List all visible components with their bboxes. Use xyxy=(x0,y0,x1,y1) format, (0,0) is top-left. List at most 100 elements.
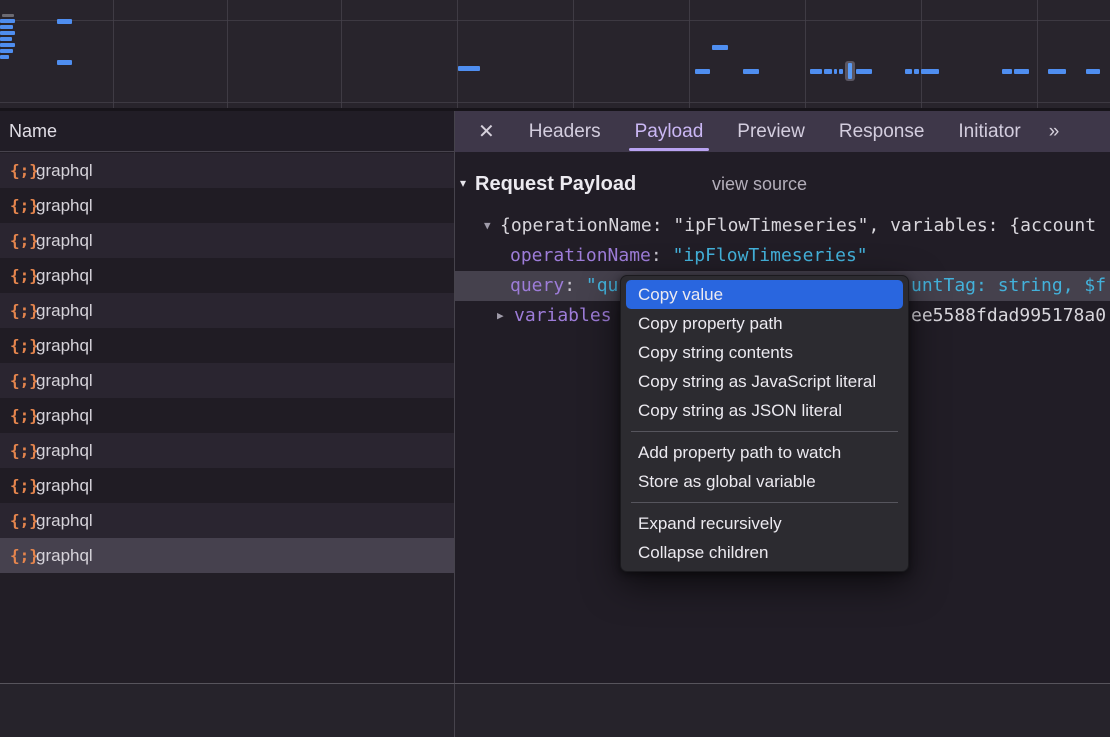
overview-gridline-vertical xyxy=(113,0,114,108)
property-value-right: untTag: string, $f xyxy=(911,271,1106,301)
request-row-graphql[interactable]: {;}graphql xyxy=(0,538,454,573)
property-key: operationName xyxy=(510,245,651,266)
json-braces-icon: {;} xyxy=(10,188,36,223)
waterfall-bar xyxy=(810,69,822,74)
waterfall-bar xyxy=(0,37,12,41)
overview-gridline-vertical xyxy=(1037,0,1038,108)
detail-tabbar: ✕ Headers Payload Preview Response Initiator… xyxy=(455,111,1110,152)
overview-gridline-horizontal xyxy=(0,20,1110,21)
context-menu-item-expand-recursively[interactable]: Expand recursively xyxy=(626,509,903,538)
tab-preview[interactable]: Preview xyxy=(737,111,805,152)
waterfall-bar xyxy=(0,55,9,59)
variables-preview-right: ee5588fdad995178a0 xyxy=(911,301,1106,331)
request-list-pane: Name {;}graphql{;}graphql{;}graphql{;}gr… xyxy=(0,111,454,683)
overview-gridline-horizontal xyxy=(0,102,1110,103)
overview-gridline-vertical xyxy=(689,0,690,108)
tab-headers[interactable]: Headers xyxy=(529,111,601,152)
context-menu-item-store-as-global-variable[interactable]: Store as global variable xyxy=(626,467,903,496)
overview-gridline-vertical xyxy=(921,0,922,108)
more-tabs-chevron-icon[interactable]: » xyxy=(1049,121,1058,143)
json-braces-icon: {;} xyxy=(10,538,36,573)
overview-gridline-vertical xyxy=(573,0,574,108)
devtools-window: Name {;}graphql{;}graphql{;}graphql{;}gr… xyxy=(0,0,1110,737)
tab-response[interactable]: Response xyxy=(839,111,925,152)
request-row-graphql[interactable]: {;}graphql xyxy=(0,258,454,293)
request-row-graphql[interactable]: {;}graphql xyxy=(0,153,454,188)
root-object-preview: {operationName: "ipFlowTimeseries", vari… xyxy=(500,211,1096,241)
request-name-label: graphql xyxy=(36,441,93,460)
expanded-triangle-icon[interactable]: ▼ xyxy=(484,211,491,241)
request-name-label: graphql xyxy=(36,301,93,320)
request-name-label: graphql xyxy=(36,476,93,495)
name-column-header[interactable]: Name xyxy=(0,111,454,152)
overview-gridline-vertical xyxy=(805,0,806,108)
view-source-link[interactable]: view source xyxy=(712,169,807,199)
request-row-graphql[interactable]: {;}graphql xyxy=(0,433,454,468)
waterfall-bar xyxy=(0,25,13,29)
context-menu-item-copy-string-as-json-literal[interactable]: Copy string as JSON literal xyxy=(626,396,903,425)
section-collapse-icon[interactable]: ▾ xyxy=(460,176,466,190)
waterfall-bar xyxy=(0,19,15,23)
context-menu-item-copy-property-path[interactable]: Copy property path xyxy=(626,309,903,338)
request-name-label: graphql xyxy=(36,266,93,285)
waterfall-bar xyxy=(1048,69,1066,74)
waterfall-bar xyxy=(1014,69,1029,74)
request-row-graphql[interactable]: {;}graphql xyxy=(0,468,454,503)
json-braces-icon: {;} xyxy=(10,153,36,188)
property-value-left: "qu xyxy=(586,275,619,296)
tab-payload[interactable]: Payload xyxy=(635,111,704,152)
context-menu-item-copy-string-as-javascript-literal[interactable]: Copy string as JavaScript literal xyxy=(626,367,903,396)
collapsed-triangle-icon[interactable]: ▶ xyxy=(497,301,504,331)
overview-gridline-vertical xyxy=(457,0,458,108)
request-row-graphql[interactable]: {;}graphql xyxy=(0,503,454,538)
request-row-graphql[interactable]: {;}graphql xyxy=(0,328,454,363)
request-name-label: graphql xyxy=(36,511,93,530)
waterfall-bar xyxy=(695,69,710,74)
waterfall-bar xyxy=(856,69,872,74)
request-row-graphql[interactable]: {;}graphql xyxy=(0,293,454,328)
property-key: variables xyxy=(514,305,612,326)
json-braces-icon: {;} xyxy=(10,468,36,503)
waterfall-bar xyxy=(0,31,15,35)
waterfall-bar xyxy=(921,69,939,74)
waterfall-bar xyxy=(1086,69,1100,74)
request-name-label: graphql xyxy=(36,231,93,250)
selected-request-marker-bar xyxy=(848,63,852,79)
waterfall-bar xyxy=(0,43,15,47)
payload-operationname-row[interactable]: operationName: "ipFlowTimeseries" xyxy=(455,241,1110,271)
request-name-label: graphql xyxy=(36,406,93,425)
request-rows: {;}graphql{;}graphql{;}graphql{;}graphql… xyxy=(0,153,454,573)
overview-gridline-vertical xyxy=(227,0,228,108)
waterfall-bar xyxy=(839,69,843,74)
request-row-graphql[interactable]: {;}graphql xyxy=(0,223,454,258)
context-menu-item-add-property-path-to-watch[interactable]: Add property path to watch xyxy=(626,438,903,467)
context-menu-separator xyxy=(631,502,898,503)
request-name-label: graphql xyxy=(36,336,93,355)
waterfall-bar xyxy=(0,49,13,53)
json-braces-icon: {;} xyxy=(10,258,36,293)
json-braces-icon: {;} xyxy=(10,328,36,363)
json-braces-icon: {;} xyxy=(10,503,36,538)
waterfall-bar xyxy=(914,69,919,74)
json-braces-icon: {;} xyxy=(10,398,36,433)
network-overview-timeline[interactable] xyxy=(0,0,1110,108)
json-braces-icon: {;} xyxy=(10,363,36,398)
footer-pane-divider xyxy=(454,684,455,737)
waterfall-bar xyxy=(743,69,759,74)
close-icon[interactable]: ✕ xyxy=(478,119,495,144)
request-row-graphql[interactable]: {;}graphql xyxy=(0,188,454,223)
waterfall-bar xyxy=(905,69,912,74)
context-menu-item-copy-value[interactable]: Copy value xyxy=(626,280,903,309)
waterfall-bar xyxy=(712,45,728,50)
context-menu-item-collapse-children[interactable]: Collapse children xyxy=(626,538,903,567)
context-menu-item-copy-string-contents[interactable]: Copy string contents xyxy=(626,338,903,367)
request-payload-section-header[interactable]: ▾ Request Payload view source xyxy=(455,169,1110,199)
request-row-graphql[interactable]: {;}graphql xyxy=(0,363,454,398)
request-name-label: graphql xyxy=(36,196,93,215)
payload-root-row[interactable]: ▼ {operationName: "ipFlowTimeseries", va… xyxy=(455,211,1110,241)
tab-initiator[interactable]: Initiator xyxy=(958,111,1020,152)
waterfall-bar xyxy=(2,14,14,17)
waterfall-bar xyxy=(834,69,837,74)
request-row-graphql[interactable]: {;}graphql xyxy=(0,398,454,433)
context-menu-separator xyxy=(631,431,898,432)
